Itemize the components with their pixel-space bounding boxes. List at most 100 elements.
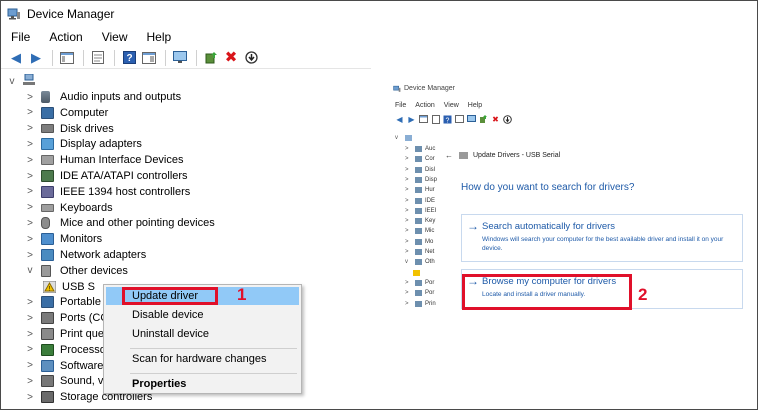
properties-menu-item[interactable]: Properties [106,375,299,393]
tree-root[interactable]: v [7,73,37,89]
uninstall-device-menu-item[interactable]: Uninstall device [106,325,299,343]
menu-help[interactable]: Help [136,28,180,46]
forward-arrow-icon[interactable]: ▶ [407,115,416,124]
chevron-right-icon[interactable]: > [25,376,35,387]
small-tree-item[interactable]: > Mic [405,226,434,236]
chevron-right-icon[interactable]: > [405,208,411,214]
tree-item[interactable]: > Network adapters [25,247,146,263]
small-tree-item[interactable]: > Por [405,278,434,288]
tree-item[interactable]: ! USB S [42,279,95,295]
tree-item[interactable]: > Ports (CO [25,310,109,326]
search-automatically-option[interactable]: → Search automatically for drivers Windo… [461,214,743,262]
chevron-right-icon[interactable]: > [405,239,411,245]
tree-item[interactable]: > Audio inputs and outputs [25,89,181,105]
small-tree-item[interactable]: > IEEI [405,206,436,216]
chevron-right-icon[interactable]: > [405,146,411,152]
small-tree-item[interactable]: > IDE [405,196,435,206]
show-hidden-icon[interactable] [455,115,464,124]
chevron-right-icon[interactable]: > [25,202,35,213]
scan-hardware-icon[interactable] [171,49,189,67]
uninstall-x-icon[interactable]: ✖ [491,115,500,124]
small-tree-item[interactable]: > Mo [405,237,433,247]
chevron-right-icon[interactable]: > [25,171,35,182]
chevron-right-icon[interactable]: > [25,329,35,340]
chevron-right-icon[interactable]: > [25,186,35,197]
disable-device-menu-item[interactable]: Disable device [106,306,299,324]
chevron-right-icon[interactable]: > [405,280,411,286]
menu-action[interactable]: Action [38,28,90,46]
back-arrow-icon[interactable]: ◀ [395,115,404,124]
tree-item[interactable]: > Software [25,358,103,374]
chevron-right-icon[interactable]: > [25,234,35,245]
tree-item[interactable]: v Other devices [25,263,128,279]
chevron-right-icon[interactable]: > [25,155,35,166]
disable-download-icon[interactable] [503,115,512,124]
chevron-right-icon[interactable]: > [25,123,35,134]
scan-hardware-icon[interactable] [467,115,476,124]
tree-item[interactable]: > Monitors [25,231,102,247]
chevron-right-icon[interactable]: > [25,107,35,118]
chevron-right-icon[interactable]: > [405,198,411,204]
small-tree-item[interactable]: > Auc [405,144,435,154]
chevron-right-icon[interactable]: > [405,249,411,255]
chevron-right-icon[interactable]: > [405,218,411,224]
small-tree-item[interactable]: > Prin [405,299,436,309]
back-arrow-icon[interactable]: ◀ [7,49,25,67]
show-hidden-icon[interactable] [140,49,158,67]
small-menu-action[interactable]: Action [415,102,434,109]
chevron-down-icon[interactable]: v [395,135,401,141]
small-tree-item[interactable]: > Cor [405,154,435,164]
chevron-right-icon[interactable]: > [405,156,411,162]
forward-arrow-icon[interactable]: ▶ [27,49,45,67]
chevron-right-icon[interactable]: > [405,290,411,296]
uninstall-x-icon[interactable]: ✖ [222,49,240,67]
tree-item[interactable]: > Human Interface Devices [25,152,183,168]
chevron-down-icon[interactable]: v [405,259,411,265]
tree-item[interactable]: > Portable [25,294,101,310]
tree-item[interactable]: > Disk drives [25,121,114,137]
tree-item[interactable]: > Mice and other pointing devices [25,215,215,231]
small-menu-help[interactable]: Help [468,102,482,109]
help-icon[interactable]: ? [120,49,138,67]
small-tree-item[interactable]: v Oth [405,257,435,267]
tree-item[interactable]: > Display adapters [25,136,142,152]
small-tree-item[interactable]: > Net [405,247,434,257]
properties-icon[interactable] [431,115,440,124]
scan-hardware-menu-item[interactable]: Scan for hardware changes [106,350,299,368]
tree-item[interactable]: > Processo [25,342,106,358]
chevron-right-icon[interactable]: > [25,344,35,355]
small-tree-item[interactable]: > Hur [405,185,435,195]
tree-item[interactable]: > Keyboards [25,200,113,216]
tree-item[interactable]: > IDE ATA/ATAPI controllers [25,168,188,184]
chevron-right-icon[interactable]: > [25,360,35,371]
tree-item[interactable]: > IEEE 1394 host controllers [25,184,190,200]
help-icon[interactable]: ? [443,115,452,125]
small-tree-root[interactable]: v [395,133,415,143]
console-tree-icon[interactable] [58,49,76,67]
update-driver-icon[interactable] [479,115,488,124]
tree-item[interactable]: > Print que [25,326,104,342]
small-tree-item[interactable]: > Disl [405,165,435,175]
chevron-right-icon[interactable]: > [25,392,35,403]
tree-item[interactable]: > Sound, v [25,373,103,389]
update-driver-icon[interactable] [202,49,220,67]
small-menu-view[interactable]: View [444,102,459,109]
small-tree-item[interactable]: > Disp [405,175,437,185]
chevron-right-icon[interactable]: > [405,301,411,307]
chevron-right-icon[interactable]: > [25,92,35,103]
menu-view[interactable]: View [91,28,136,46]
disable-download-icon[interactable] [242,49,260,67]
properties-icon[interactable] [89,49,107,67]
chevron-right-icon[interactable]: > [405,187,411,193]
small-tree-item[interactable]: > Por [405,288,434,298]
back-arrow-icon[interactable]: ← [445,151,453,160]
console-tree-icon[interactable] [419,115,428,124]
chevron-right-icon[interactable]: > [405,228,411,234]
tree-item[interactable]: > Computer [25,105,108,121]
chevron-right-icon[interactable]: > [25,313,35,324]
chevron-right-icon[interactable]: > [405,177,411,183]
small-tree-item[interactable]: > Key [405,216,435,226]
chevron-right-icon[interactable]: > [25,218,35,229]
chevron-down-icon[interactable]: v [7,76,17,87]
small-menu-file[interactable]: File [395,102,406,109]
